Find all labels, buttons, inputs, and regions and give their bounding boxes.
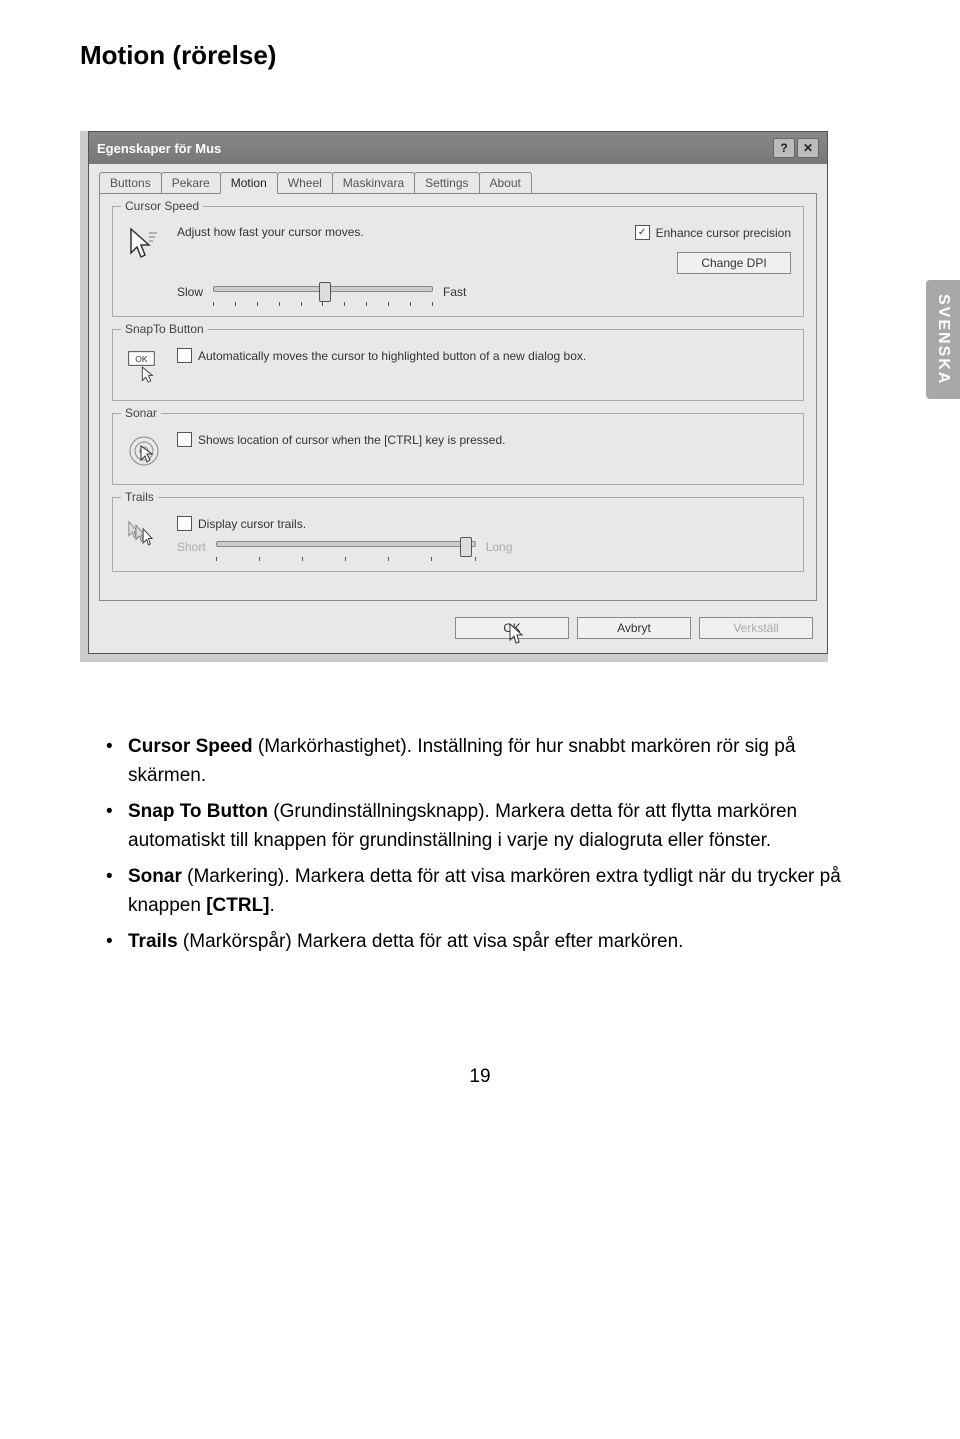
slider-fast-label: Fast [443, 285, 466, 299]
snapto-checkbox[interactable]: Automatically moves the cursor to highli… [177, 348, 791, 363]
cursor-speed-slider[interactable] [213, 282, 433, 302]
slider-slow-label: Slow [177, 285, 203, 299]
cursor-speed-desc: Adjust how fast your cursor moves. [177, 225, 364, 239]
list-item: Trails (Markörspår) Markera detta för at… [100, 927, 860, 956]
groupbox-title-cursor-speed: Cursor Speed [121, 199, 203, 213]
tabs-row: Buttons Pekare Motion Wheel Maskinvara S… [89, 164, 827, 193]
list-item: Sonar (Markering). Markera detta för att… [100, 862, 860, 921]
trails-label: Display cursor trails. [198, 517, 306, 531]
tab-about[interactable]: About [479, 172, 532, 193]
cancel-button[interactable]: Avbryt [577, 617, 691, 639]
trails-short-label: Short [177, 540, 206, 554]
tab-maskinvara[interactable]: Maskinvara [332, 172, 415, 193]
dialog-buttons-row: OK Avbryt Verkställ [89, 611, 827, 653]
language-side-tab: SVENSKA [926, 280, 960, 399]
page-heading: Motion (rörelse) [80, 40, 880, 71]
titlebar: Egenskaper för Mus ? ✕ [89, 132, 827, 164]
dialog-shadow-wrap: Egenskaper för Mus ? ✕ Buttons Pekare Mo… [80, 131, 828, 662]
groupbox-title-snapto: SnapTo Button [121, 322, 208, 336]
close-button[interactable]: ✕ [797, 138, 819, 158]
tab-pekare[interactable]: Pekare [161, 172, 221, 193]
sonar-icon [125, 432, 163, 470]
groupbox-title-trails: Trails [121, 490, 158, 504]
checkbox-unchecked-icon [177, 432, 192, 447]
tab-buttons[interactable]: Buttons [99, 172, 162, 193]
page-number: 19 [80, 1066, 880, 1088]
help-button[interactable]: ? [773, 138, 795, 158]
trails-slider [216, 537, 476, 557]
enhance-precision-label: Enhance cursor precision [656, 226, 791, 240]
bullet-bold: Trails [128, 931, 178, 952]
tab-settings[interactable]: Settings [414, 172, 479, 193]
checkbox-unchecked-icon [177, 516, 192, 531]
groupbox-sonar: Sonar Shows location of cursor when the … [112, 413, 804, 485]
titlebar-controls: ? ✕ [773, 138, 819, 158]
trails-icon [125, 516, 163, 554]
sonar-checkbox[interactable]: Shows location of cursor when the [CTRL]… [177, 432, 791, 447]
apply-button: Verkställ [699, 617, 813, 639]
tab-panel-motion: Cursor Speed Adjust how fast your cursor… [99, 193, 817, 601]
bullet-text: (Markörspår) Markera detta för att visa … [178, 931, 684, 952]
list-item: Cursor Speed (Markörhastighet). Inställn… [100, 732, 860, 791]
bullet-bold: Cursor Speed [128, 736, 253, 757]
bullet-bold: Snap To Button [128, 801, 268, 822]
enhance-precision-checkbox[interactable]: ✓ Enhance cursor precision [635, 225, 791, 240]
checkbox-checked-icon: ✓ [635, 225, 650, 240]
svg-text:OK: OK [135, 354, 148, 364]
description-list: Cursor Speed (Markörhastighet). Inställn… [100, 732, 860, 956]
cursor-arrow-icon [125, 225, 163, 263]
groupbox-cursor-speed: Cursor Speed Adjust how fast your cursor… [112, 206, 804, 317]
bullet-text-end: . [270, 895, 275, 916]
snapto-label: Automatically moves the cursor to highli… [198, 349, 586, 363]
groupbox-trails: Trails Display cursor trails. Short [112, 497, 804, 572]
checkbox-unchecked-icon [177, 348, 192, 363]
bullet-bold: Sonar [128, 866, 182, 887]
cursor-pointer-icon [507, 623, 525, 645]
trails-long-label: Long [486, 540, 513, 554]
groupbox-title-sonar: Sonar [121, 406, 161, 420]
sonar-label: Shows location of cursor when the [CTRL]… [198, 433, 505, 447]
groupbox-snapto: SnapTo Button OK Automatically moves the… [112, 329, 804, 401]
tab-motion[interactable]: Motion [220, 172, 278, 194]
trails-checkbox[interactable]: Display cursor trails. [177, 516, 791, 531]
mouse-properties-dialog: Egenskaper för Mus ? ✕ Buttons Pekare Mo… [88, 131, 828, 654]
window-title: Egenskaper för Mus [97, 141, 221, 156]
snapto-ok-icon: OK [125, 348, 163, 386]
tab-wheel[interactable]: Wheel [277, 172, 333, 193]
list-item: Snap To Button (Grundinställningsknapp).… [100, 797, 860, 856]
bullet-bold-ctrl: [CTRL] [206, 895, 269, 916]
change-dpi-button[interactable]: Change DPI [677, 252, 791, 274]
